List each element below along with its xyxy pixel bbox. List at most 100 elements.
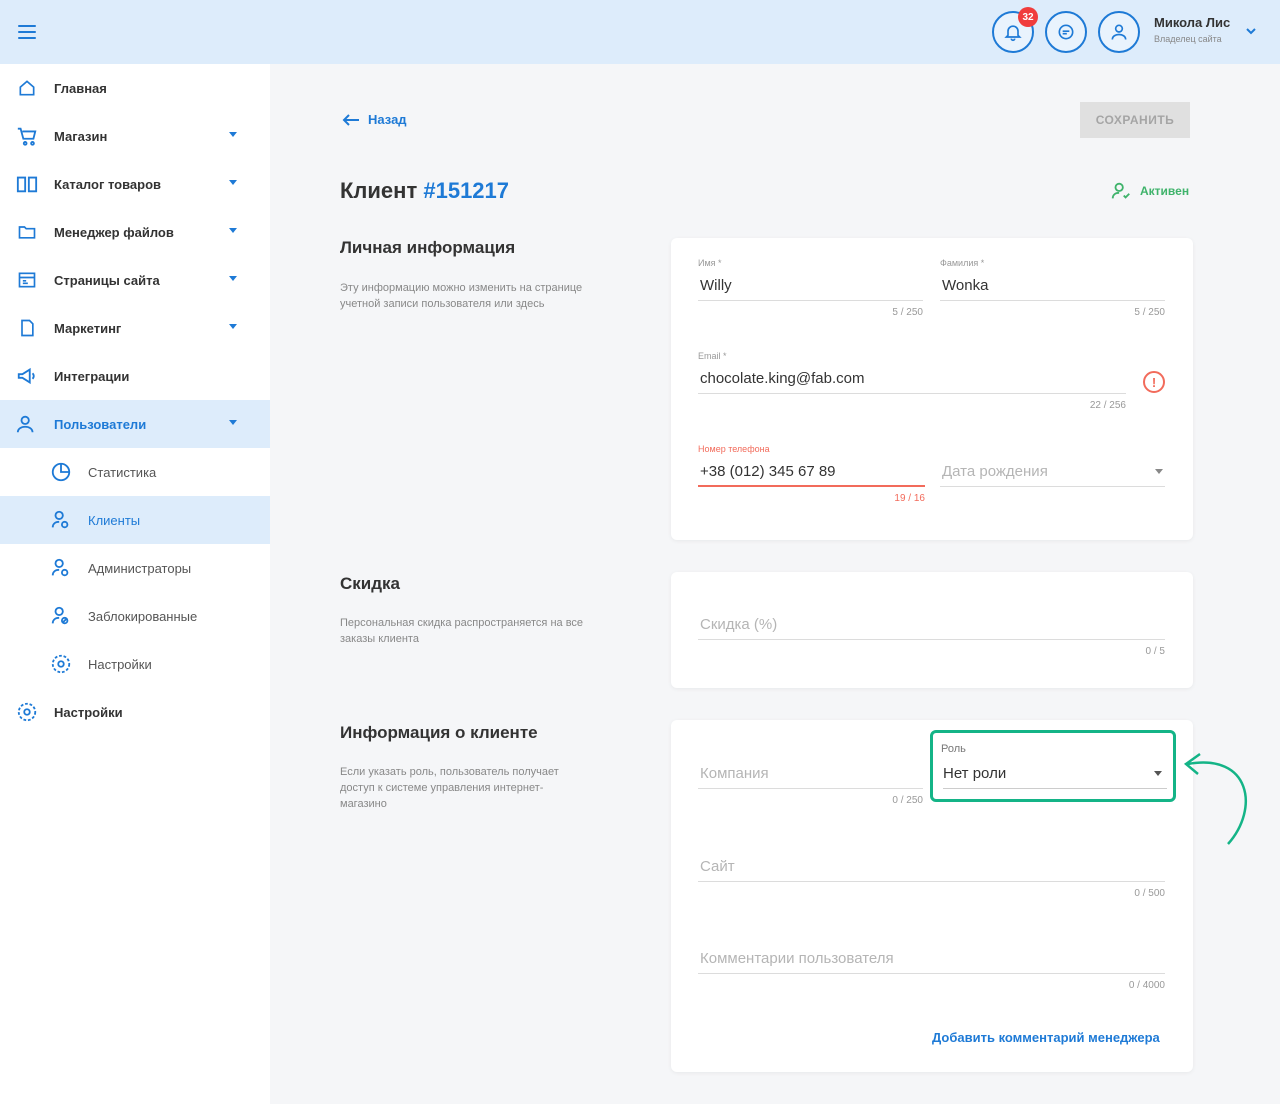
user-name[interactable]: Микола Лис <box>1154 15 1230 30</box>
gear-icon <box>16 701 38 723</box>
caret-down-icon <box>229 228 237 233</box>
birthdate-select[interactable]: Дата рождения <box>940 459 1165 487</box>
field-label: Email * <box>698 351 727 361</box>
user-icon <box>1111 24 1127 40</box>
char-counter: 22 / 256 <box>1089 400 1126 411</box>
sidebar-item-label: Страницы сайта <box>54 272 160 288</box>
field-label: Имя * <box>698 258 722 268</box>
first-name-field[interactable]: Имя * Willy 5 / 250 <box>698 258 923 318</box>
email-input[interactable]: chocolate.king@fab.com <box>698 366 1126 394</box>
char-counter: 0 / 250 <box>892 795 923 806</box>
top-bar: 32 Микола Лис Владелец сайта <box>0 0 1280 64</box>
field-label <box>698 931 1165 942</box>
sidebar-item-label: Интеграции <box>54 368 130 384</box>
role-value[interactable]: Нет роли <box>943 765 1167 789</box>
sidebar-subitem-blocked[interactable]: Заблокированные <box>0 592 270 640</box>
marketing-icon <box>16 317 38 339</box>
sidebar-item-marketing[interactable]: Маркетинг <box>0 304 270 352</box>
folder-icon <box>16 221 38 243</box>
sidebar-item-home[interactable]: Главная <box>0 64 270 112</box>
caret-down-icon[interactable] <box>1155 469 1163 474</box>
notifications-badge: 32 <box>1018 7 1038 27</box>
page-title-prefix: Клиент <box>340 178 418 203</box>
sidebar-subitem-statistics[interactable]: Статистика <box>0 448 270 496</box>
arrow-left-icon <box>342 113 359 126</box>
sidebar-item-label: Главная <box>54 80 107 96</box>
book-icon <box>16 173 38 195</box>
caret-down-icon <box>229 420 237 425</box>
caret-down-icon[interactable] <box>1154 771 1162 776</box>
sidebar: Главная Магазин Каталог товаров Менеджер… <box>0 64 270 1104</box>
role-select[interactable]: Роль Нет роли <box>930 730 1176 802</box>
sidebar-subitem-label: Заблокированные <box>88 608 198 624</box>
phone-input[interactable]: +38 (012) 345 67 89 <box>698 459 925 487</box>
company-input[interactable]: Компания <box>698 761 923 789</box>
gear-icon <box>50 653 72 675</box>
page-title: Клиент #151217 <box>340 178 509 204</box>
profile-button[interactable] <box>1098 11 1140 53</box>
discount-field[interactable]: Скидка (%) 0 / 5 <box>698 597 1165 657</box>
sidebar-item-pages[interactable]: Страницы сайта <box>0 256 270 304</box>
sidebar-item-label: Каталог товаров <box>54 176 162 192</box>
field-label <box>698 839 1165 850</box>
company-field[interactable]: Компания 0 / 250 <box>698 746 923 806</box>
sidebar-item-label: Менеджер файлов <box>54 224 174 240</box>
menu-icon[interactable] <box>18 25 36 39</box>
messages-button[interactable] <box>1045 11 1087 53</box>
char-counter: 0 / 500 <box>1134 888 1165 899</box>
first-name-input[interactable]: Willy <box>698 273 923 301</box>
phone-field[interactable]: Номер телефона +38 (012) 345 67 89 19 / … <box>698 444 925 504</box>
char-counter: 19 / 16 <box>894 493 925 504</box>
status-badge[interactable]: Активен <box>1110 180 1189 202</box>
annotation-arrow-icon <box>1183 752 1247 845</box>
discount-input[interactable]: Скидка (%) <box>698 612 1165 640</box>
comment-input[interactable]: Комментарии пользователя <box>698 946 1165 974</box>
sidebar-item-settings[interactable]: Настройки <box>0 688 270 736</box>
notifications-button[interactable]: 32 <box>992 7 1038 53</box>
sidebar-item-files[interactable]: Менеджер файлов <box>0 208 270 256</box>
caret-down-icon <box>229 276 237 281</box>
site-field[interactable]: Сайт 0 / 500 <box>698 839 1165 899</box>
chevron-down-icon[interactable] <box>1245 25 1257 40</box>
sidebar-item-catalog[interactable]: Каталог товаров <box>0 160 270 208</box>
char-counter: 5 / 250 <box>892 307 923 318</box>
back-link[interactable]: Назад <box>342 112 407 127</box>
last-name-input[interactable]: Wonka <box>940 273 1165 301</box>
sidebar-subitem-admins[interactable]: Администраторы <box>0 544 270 592</box>
cart-icon <box>16 125 38 147</box>
bell-icon <box>1004 25 1022 42</box>
sidebar-item-users[interactable]: Пользователи <box>0 400 270 448</box>
section-desc-discount: Персональная скидка распространяется на … <box>340 617 584 645</box>
section-title-personal: Личная информация <box>340 238 516 257</box>
admin-icon <box>50 557 72 579</box>
warning-icon: ! <box>1143 371 1165 393</box>
users-icon <box>16 413 38 435</box>
sidebar-subitem-settings[interactable]: Настройки <box>0 640 270 688</box>
field-label <box>940 444 1165 455</box>
birthdate-field[interactable]: Дата рождения <box>940 444 1165 487</box>
client-number: #151217 <box>423 178 510 203</box>
sidebar-item-label: Настройки <box>54 704 123 720</box>
sidebar-subitem-label: Настройки <box>88 656 152 672</box>
section-desc-client-info: Если указать роль, пользователь получает… <box>340 766 559 810</box>
site-input[interactable]: Сайт <box>698 854 1165 882</box>
last-name-field[interactable]: Фамилия * Wonka 5 / 250 <box>940 258 1165 318</box>
add-manager-comment-link[interactable]: Добавить комментарий менеджера <box>932 1030 1160 1045</box>
clients-icon <box>50 509 72 531</box>
sidebar-item-label: Пользователи <box>54 416 147 432</box>
sidebar-subitem-label: Администраторы <box>88 560 192 576</box>
email-field[interactable]: Email * chocolate.king@fab.com 22 / 256 <box>698 351 1126 411</box>
sidebar-item-label: Маркетинг <box>54 320 122 336</box>
sidebar-item-shop[interactable]: Магазин <box>0 112 270 160</box>
pages-icon <box>16 269 38 291</box>
save-button[interactable]: СОХРАНИТЬ <box>1080 102 1190 138</box>
sidebar-item-integrations[interactable]: Интеграции <box>0 352 270 400</box>
chart-icon <box>50 461 72 483</box>
sidebar-item-label: Магазин <box>54 128 108 144</box>
user-role: Владелец сайта <box>1154 34 1222 44</box>
section-title-client-info: Информация о клиенте <box>340 723 538 742</box>
comment-field[interactable]: Комментарии пользователя 0 / 4000 <box>698 931 1165 991</box>
sidebar-subitem-label: Клиенты <box>88 512 141 528</box>
field-label <box>698 597 1165 608</box>
sidebar-subitem-clients[interactable]: Клиенты <box>0 496 270 544</box>
